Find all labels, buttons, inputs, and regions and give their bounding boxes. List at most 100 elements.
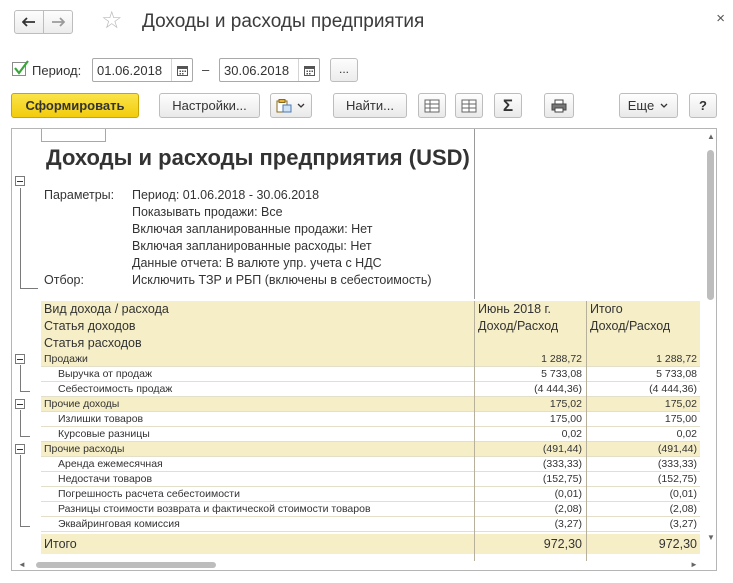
forward-button[interactable] xyxy=(43,10,73,34)
period-row: Период: 01.06.2018 – 30.06.2018 ... xyxy=(0,56,733,84)
report-document[interactable]: Доходы и расходы предприятия (USD) Парам… xyxy=(11,128,717,571)
date-from-field[interactable]: 01.06.2018 xyxy=(92,58,193,82)
value-cell: (4 444,36) xyxy=(534,383,582,395)
toolbar: Сформировать Настройки... Найти... Σ Еще… xyxy=(0,92,733,120)
filter-value: Исключить ТЗР и РБП (включены в себестои… xyxy=(132,273,432,287)
value-cell: 175,02 xyxy=(664,398,697,410)
period-label: Период: xyxy=(32,63,82,78)
collapse-groups-button[interactable] xyxy=(455,93,483,118)
scroll-left-icon[interactable]: ◄ xyxy=(18,560,26,569)
value-cell: (3,27) xyxy=(669,518,697,530)
chevron-down-icon xyxy=(660,103,668,108)
expand-groups-icon xyxy=(424,99,440,112)
value-cell: (0,01) xyxy=(554,488,582,500)
value-cell: 5 733,08 xyxy=(656,368,697,380)
value-cell: 175,00 xyxy=(549,413,582,425)
param-value: Данные отчета: В валюте упр. учета с НДС xyxy=(132,256,382,270)
horizontal-scrollbar[interactable]: ◄ ► xyxy=(14,559,704,571)
date-from-value: 01.06.2018 xyxy=(97,63,163,78)
date-to-value: 30.06.2018 xyxy=(224,63,290,78)
table-row[interactable]: Погрешность расчета себестоимости (0,01) (… xyxy=(41,487,700,502)
table-row[interactable]: Выручка от продаж 5 733,08 5 733,08 xyxy=(41,367,700,382)
group-bracket-line xyxy=(20,455,21,526)
group-bracket-line xyxy=(20,288,38,289)
row-name-cell: Прочие доходы xyxy=(44,398,120,410)
scroll-up-icon[interactable]: ▲ xyxy=(707,132,715,141)
report-table: Вид дохода / расхода Июнь 2018 г. Итого … xyxy=(41,301,700,561)
print-button[interactable] xyxy=(544,93,574,118)
value-cell: (0,01) xyxy=(669,488,697,500)
vertical-scroll-thumb[interactable] xyxy=(707,150,714,300)
table-row[interactable]: Разницы стоимости возврата и фактической… xyxy=(41,502,700,517)
collapse-group-icon[interactable] xyxy=(15,444,25,454)
period-dash: – xyxy=(202,62,210,77)
value-cell: (3,27) xyxy=(554,518,582,530)
value-cell: (333,33) xyxy=(542,458,582,470)
row-name-cell: Курсовые разницы xyxy=(58,428,150,440)
vertical-scrollbar[interactable]: ▲ ▼ xyxy=(705,130,717,545)
table-row[interactable]: Аренда ежемесячная (333,33) (333,33) xyxy=(41,457,700,472)
total-value: 972,30 xyxy=(543,537,582,551)
row-name-cell: Эквайринговая комиссия xyxy=(58,518,180,530)
scroll-right-icon[interactable]: ► xyxy=(690,560,698,569)
param-value: Включая запланированные расходы: Нет xyxy=(132,239,372,253)
table-row[interactable]: Себестоимость продаж (4 444,36) (4 444,36) xyxy=(41,382,700,397)
group-bracket-line xyxy=(20,391,30,392)
column-separator xyxy=(586,301,587,561)
scroll-down-icon[interactable]: ▼ xyxy=(707,533,715,542)
period-select-button[interactable]: ... xyxy=(330,58,358,82)
back-button[interactable] xyxy=(14,10,44,34)
value-cell: (491,44) xyxy=(542,443,582,455)
calendar-icon[interactable] xyxy=(171,59,192,81)
collapse-group-icon[interactable] xyxy=(15,176,25,186)
filter-label: Отбор: xyxy=(44,273,84,287)
variant-dropdown-button[interactable] xyxy=(270,93,312,118)
settings-button[interactable]: Настройки... xyxy=(159,93,260,118)
row-name-cell: Себестоимость продаж xyxy=(58,383,173,395)
value-cell: (152,75) xyxy=(542,473,582,485)
favorite-star-icon[interactable]: ☆ xyxy=(101,9,123,33)
calendar-icon[interactable] xyxy=(298,59,319,81)
table-row[interactable]: Недостачи товаров (152,75) (152,75) xyxy=(41,472,700,487)
value-cell: (2,08) xyxy=(554,503,582,515)
column-divider xyxy=(474,129,475,299)
group-bracket-line xyxy=(20,436,30,437)
report-title: Доходы и расходы предприятия (USD) xyxy=(46,145,470,170)
group-row[interactable]: Продажи 1 288,72 1 288,72 xyxy=(41,352,700,367)
sum-button[interactable]: Σ xyxy=(494,93,522,118)
row-name-cell: Излишки товаров xyxy=(58,413,144,425)
active-cell-marker xyxy=(41,129,106,142)
more-button[interactable]: Еще xyxy=(619,93,678,118)
date-to-field[interactable]: 30.06.2018 xyxy=(219,58,320,82)
expand-groups-button[interactable] xyxy=(418,93,446,118)
header-cell: Вид дохода / расхода xyxy=(44,302,169,316)
group-row[interactable]: Прочие доходы 175,02 175,02 xyxy=(41,397,700,412)
generate-button[interactable]: Сформировать xyxy=(11,93,139,118)
period-checkbox[interactable] xyxy=(12,60,29,76)
row-name-cell: Прочие расходы xyxy=(44,443,125,455)
help-button[interactable]: ? xyxy=(689,93,717,118)
check-icon xyxy=(14,60,29,75)
group-row[interactable]: Прочие расходы (491,44) (491,44) xyxy=(41,442,700,457)
value-cell: 1 288,72 xyxy=(656,353,697,365)
value-cell: 0,02 xyxy=(676,428,697,440)
collapse-group-icon[interactable] xyxy=(15,399,25,409)
horizontal-scroll-thumb[interactable] xyxy=(36,562,216,568)
value-cell: (152,75) xyxy=(657,473,697,485)
table-row[interactable]: Излишки товаров 175,00 175,00 xyxy=(41,412,700,427)
total-row[interactable]: Итого 972,30 972,30 xyxy=(41,534,700,554)
table-row[interactable]: Курсовые разницы 0,02 0,02 xyxy=(41,427,700,442)
row-name-cell: Продажи xyxy=(44,353,88,365)
table-row[interactable]: Эквайринговая комиссия (3,27) (3,27) xyxy=(41,517,700,532)
row-name-cell: Разницы стоимости возврата и фактической… xyxy=(58,503,371,515)
more-button-label: Еще xyxy=(627,98,655,113)
value-cell: 5 733,08 xyxy=(541,368,582,380)
row-name-cell: Аренда ежемесячная xyxy=(58,458,163,470)
close-icon[interactable]: × xyxy=(716,10,725,27)
arrow-left-icon xyxy=(22,17,35,27)
value-cell: (4 444,36) xyxy=(649,383,697,395)
find-button[interactable]: Найти... xyxy=(333,93,407,118)
header-cell: Июнь 2018 г. xyxy=(478,302,552,316)
collapse-group-icon[interactable] xyxy=(15,354,25,364)
header-cell: Доход/Расход xyxy=(590,319,671,333)
